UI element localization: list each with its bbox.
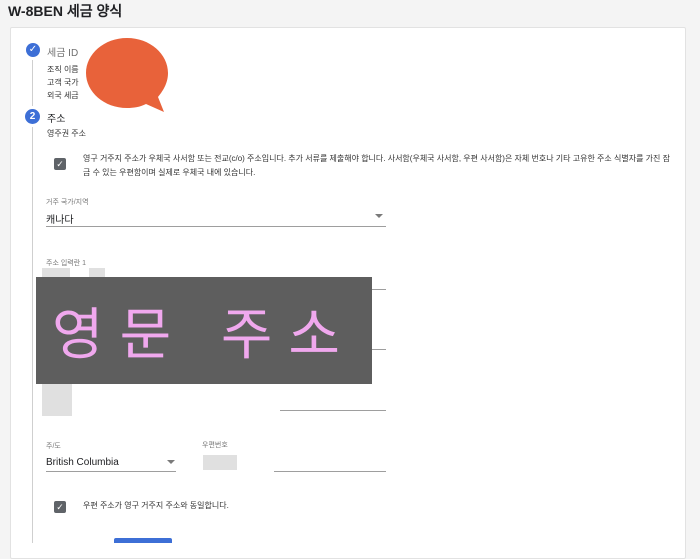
chevron-down-icon[interactable] bbox=[167, 460, 175, 464]
country-underline bbox=[46, 226, 386, 227]
postal-label: 우편번호 bbox=[202, 442, 228, 449]
step2-number-badge: 2 bbox=[25, 109, 40, 124]
same-address-checkbox[interactable]: ✓ bbox=[54, 501, 66, 513]
blurred-field bbox=[203, 455, 237, 470]
step-complete-check-icon: ✓ bbox=[26, 43, 40, 57]
step1-line-2: 고객 국가 bbox=[47, 78, 79, 87]
postal-underline[interactable] bbox=[274, 471, 386, 472]
step-connector bbox=[32, 60, 33, 106]
address-overlay-text: 영문 주소 bbox=[52, 303, 356, 368]
country-select[interactable]: 캐나다 bbox=[46, 211, 74, 226]
state-select[interactable]: British Columbia bbox=[46, 457, 119, 468]
page-title: W-8BEN 세금 양식 bbox=[8, 3, 123, 19]
step1-title[interactable]: 세금 ID bbox=[47, 44, 78, 59]
city-underline[interactable] bbox=[280, 410, 386, 411]
step2-connector bbox=[32, 127, 33, 543]
same-address-label: 우편 주소가 영구 거주지 주소와 동일합니다. bbox=[83, 501, 229, 510]
po-box-checkbox-label: 영구 거주지 주소가 우체국 사서함 또는 전교(c/o) 주소입니다. 추가 … bbox=[83, 154, 670, 177]
state-underline bbox=[46, 471, 176, 472]
address-line1-label: 주소 입력란 1 bbox=[46, 260, 86, 267]
state-label: 주/도 bbox=[46, 443, 61, 450]
next-button[interactable] bbox=[114, 538, 172, 543]
country-label: 거주 국가/지역 bbox=[46, 199, 89, 206]
step2-subtitle: 영주권 주소 bbox=[47, 129, 87, 138]
step1-line-3: 외국 세금 bbox=[47, 91, 79, 100]
po-box-checkbox[interactable]: ✓ bbox=[54, 158, 66, 170]
address-overlay-banner: 영문 주소 bbox=[36, 277, 372, 384]
blurred-field bbox=[42, 384, 72, 416]
redaction-bubble-icon bbox=[86, 38, 168, 112]
chevron-down-icon[interactable] bbox=[375, 214, 383, 218]
step2-title: 주소 bbox=[47, 114, 66, 125]
address-line2-underline[interactable] bbox=[372, 349, 386, 350]
step1-line-1: 조직 이름 bbox=[47, 65, 79, 74]
